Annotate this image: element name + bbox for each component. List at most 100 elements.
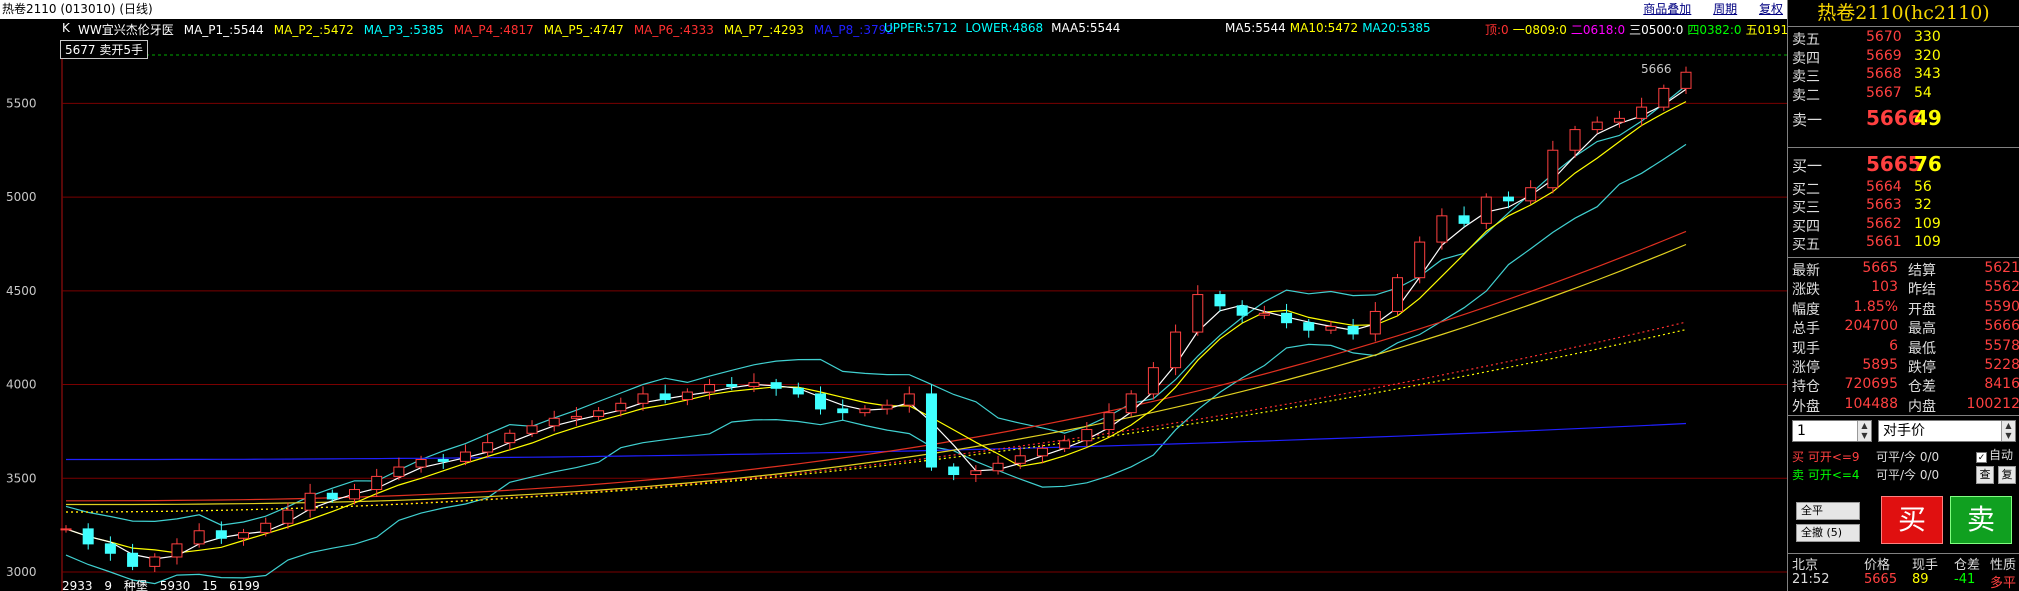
candle-body: [1502, 196, 1514, 202]
chevron-down-icon[interactable]: ▲ ▼: [2001, 421, 2015, 441]
auto-checkbox[interactable]: ✓ 自动: [1976, 446, 2013, 463]
check-icon[interactable]: ✓: [1976, 452, 1987, 463]
stat-value: 103: [1871, 279, 1898, 296]
asks-row[interactable]: 卖五 5670 330: [1788, 29, 2019, 49]
adjust-link[interactable]: 复权: [1759, 2, 1783, 16]
asks-row[interactable]: 卖二 5667 54: [1788, 85, 2019, 105]
stat-row: 持仓 720695 仓差 8416: [1788, 376, 2019, 396]
pivot-legend-item: 四0382:0: [1687, 23, 1742, 37]
bids-row[interactable]: 买二 5664 56: [1788, 179, 2019, 199]
candle-body: [1103, 412, 1115, 431]
asks-price: 5667: [1866, 84, 1902, 101]
bids-price: 5661: [1866, 234, 1902, 251]
bids-row[interactable]: 买三 5663 32: [1788, 197, 2019, 217]
bands-legend-item: LOWER:4868: [965, 21, 1044, 35]
bids-row[interactable]: 买四 5662 109: [1788, 216, 2019, 236]
stat-value: 204700: [1844, 318, 1898, 335]
stat-label: 总手: [1792, 321, 1820, 338]
cancel-all-button[interactable]: 全撤 (5): [1796, 524, 1860, 542]
bids-row[interactable]: 买五 5661 109: [1788, 234, 2019, 254]
toolbar-links: 商品叠加 周期 复权: [1625, 0, 1783, 19]
stat-label: 最低: [1908, 340, 1936, 357]
kline-chart[interactable]: 5500 5000 4500 4000 3500 3000 5666 K WW宜兴杰伦牙医 M…: [0, 19, 1800, 591]
candle-body: [1369, 310, 1381, 335]
pending-order-tag[interactable]: 5677 卖开5手: [60, 40, 148, 59]
candle-body: [837, 408, 849, 414]
candle-body: [1081, 429, 1093, 442]
ma-legend-item: MA_P3_:5385: [363, 23, 444, 37]
ma-p7-line: [66, 329, 1687, 513]
bids-price: 5663: [1866, 197, 1902, 214]
ma-short-legend-item: MA5:5544: [1225, 21, 1286, 35]
ma10-line: [65, 101, 1687, 554]
candle-body: [526, 425, 538, 434]
ma-legend-item: MA_P1_:5544: [183, 23, 264, 37]
quantity-input[interactable]: 1 ▲ ▼: [1792, 420, 1872, 442]
candle-body: [615, 402, 627, 412]
buy-button[interactable]: 买: [1881, 496, 1943, 544]
asks-vol: 343: [1914, 66, 1941, 83]
bids-label: 买四: [1792, 218, 1820, 235]
ma-legend-item: MA_P2_:5472: [273, 23, 354, 37]
asks-row[interactable]: 卖三 5668 343: [1788, 66, 2019, 86]
col-time: 北京: [1792, 558, 1819, 573]
info-value: 9: [104, 579, 113, 591]
asks-vol: 320: [1914, 47, 1941, 64]
close-all-button[interactable]: 全平: [1796, 502, 1860, 520]
asks-label: 卖五: [1792, 32, 1820, 48]
y-tick-label: 5500: [6, 96, 37, 110]
asks-vol: 49: [1914, 106, 1942, 131]
last-price-label: 5666: [1641, 62, 1672, 76]
stat-value: 5621: [1984, 260, 2019, 276]
stat-row: 涨停 5895 跌停 5228: [1788, 357, 2019, 377]
y-tick-label: 3500: [6, 471, 37, 485]
ma-legend-item: WW宜兴杰伦牙医: [78, 23, 174, 37]
asks-vol: 330: [1914, 29, 1941, 45]
stat-label: 涨跌: [1792, 282, 1820, 299]
asks-label: 卖二: [1792, 87, 1820, 104]
stat-value: 5228: [1984, 357, 2019, 373]
asks-row[interactable]: 卖四 5669 320: [1788, 48, 2019, 68]
stat-label: 现手: [1792, 340, 1820, 357]
bids-row[interactable]: 买一 5665 76: [1788, 152, 2019, 176]
price-type-select[interactable]: 对手价 ▲ ▼: [1878, 420, 2016, 442]
stat-value: 720695: [1844, 376, 1898, 393]
col-oi-change: 仓差: [1954, 558, 1981, 573]
stat-value: 100212: [1966, 395, 2019, 412]
candle-body: [792, 387, 804, 395]
stat-label: 持仓: [1792, 379, 1820, 396]
candle-body: [1147, 367, 1159, 395]
ma-legend-item: MA_P8_:3792: [813, 23, 894, 37]
chart-canvas[interactable]: 5500 5000 4500 4000 3500 3000 5666: [0, 19, 1787, 591]
query-button[interactable]: 查: [1976, 466, 1994, 484]
period-link[interactable]: 周期: [1713, 2, 1737, 16]
ma-legend-item: MA_P7_:4293: [723, 23, 804, 37]
stat-label: 外盘: [1792, 398, 1820, 415]
candle-body: [881, 404, 893, 410]
k-label: K: [62, 21, 70, 35]
candle-body: [1613, 117, 1625, 123]
lower-band-line: [65, 143, 1687, 585]
candle-body: [970, 470, 982, 476]
info-value: 种堡: [123, 579, 148, 591]
candle-body: [1125, 393, 1137, 414]
candle-body: [437, 459, 449, 462]
bids-price: 5664: [1866, 178, 1902, 195]
reset-button[interactable]: 复: [1998, 466, 2016, 484]
sell-button[interactable]: 卖: [1950, 496, 2012, 544]
pivot-legend-item: 顶:0: [1485, 23, 1509, 37]
candle-body: [726, 384, 738, 387]
asks-row[interactable]: 卖一 5666 49: [1788, 106, 2019, 130]
divider: [1788, 147, 2019, 148]
candle-body: [104, 543, 116, 554]
quantity-stepper[interactable]: ▲ ▼: [1857, 421, 1871, 441]
asks-price: 5670: [1866, 29, 1902, 45]
overlay-commodity-link[interactable]: 商品叠加: [1643, 2, 1691, 16]
col-price: 价格: [1864, 558, 1891, 573]
quantity-value: 1: [1797, 423, 1806, 439]
candle-body: [1303, 322, 1315, 331]
ma-p4-line: [66, 230, 1687, 502]
stat-label: 最高: [1908, 321, 1936, 338]
candle-body: [815, 393, 827, 410]
candle-body: [1036, 447, 1048, 457]
